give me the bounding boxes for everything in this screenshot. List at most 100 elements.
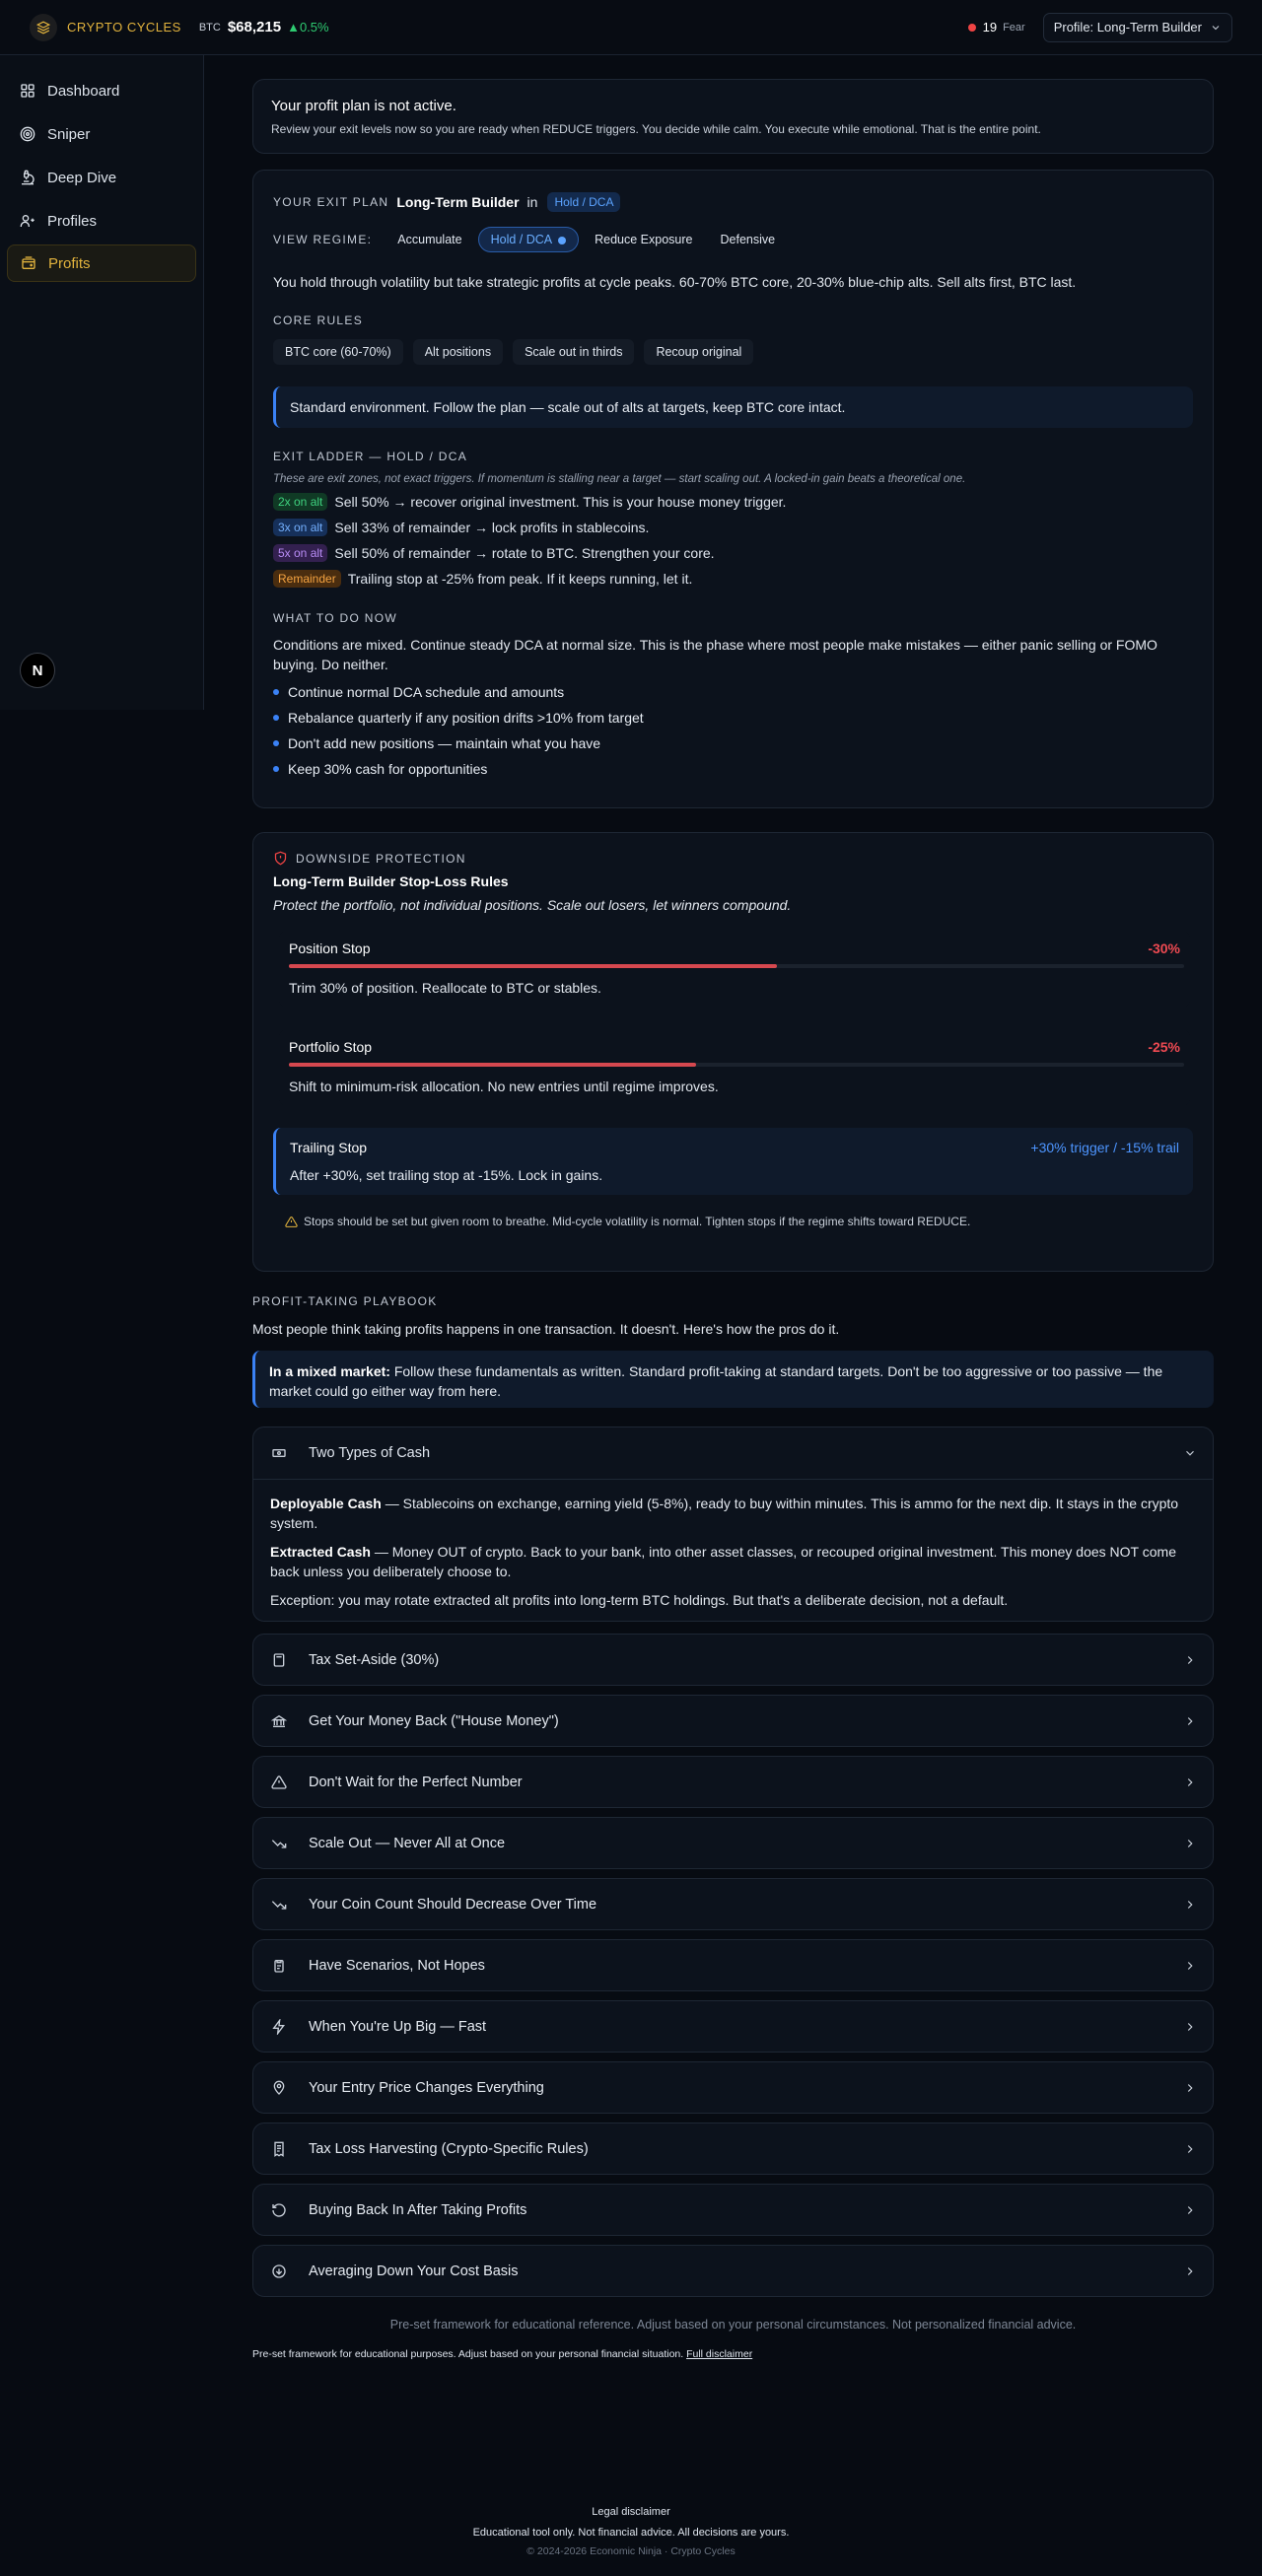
full-disclaimer-link[interactable]: Full disclaimer [686, 2348, 752, 2360]
accordion-title: Two Types of Cash [309, 1445, 431, 1461]
core-rule-chip: Recoup original [644, 339, 754, 365]
inactive-plan-banner: Your profit plan is not active. Review y… [252, 79, 1214, 154]
rotate-icon [272, 2202, 286, 2217]
btc-price: $68,215 [227, 19, 282, 35]
list-item: Don't add new positions — maintain what … [273, 735, 1193, 751]
sidebar-item-deep-dive[interactable]: Deep Dive [7, 159, 196, 196]
fear-greed-value: 19 [982, 20, 998, 35]
grid-icon [21, 84, 35, 98]
shield-icon [274, 851, 287, 866]
accordion-title: When You're Up Big — Fast [309, 2018, 487, 2035]
exit-plan-card: YOUR EXIT PLAN Long-Term Builder in Hold… [252, 170, 1214, 808]
stop-value: -25% [1148, 1039, 1180, 1055]
sidebar-item-label: Profits [48, 254, 91, 272]
accordion-item[interactable]: Tax Loss Harvesting (Crypto-Specific Rul… [252, 2123, 1214, 2175]
accordion-item[interactable]: Tax Set-Aside (30%) [252, 1634, 1214, 1686]
wallet-icon [22, 256, 35, 269]
accordion-item[interactable]: Averaging Down Your Cost Basis [252, 2245, 1214, 2297]
banner-title: Your profit plan is not active. [271, 98, 456, 114]
fear-greed-label: Fear [1003, 21, 1025, 34]
warning-icon [285, 1216, 298, 1227]
chevron-right-icon [1187, 2022, 1193, 2031]
brand-name[interactable]: CRYPTO CYCLES [67, 20, 181, 35]
accordion-item[interactable]: Buying Back In After Taking Profits [252, 2184, 1214, 2236]
accordion-item[interactable]: Your Entry Price Changes Everything [252, 2061, 1214, 2114]
accordion-item[interactable]: When You're Up Big — Fast [252, 2000, 1214, 2053]
profile-select-label: Profile: Long-Term Builder [1053, 20, 1202, 35]
accordion-item[interactable]: Get Your Money Back ("House Money") [252, 1695, 1214, 1747]
cash-icon [272, 1449, 286, 1457]
sidebar-item-profiles[interactable]: Profiles [7, 202, 196, 240]
regime-option-reduce-exposure[interactable]: Reduce Exposure [583, 228, 704, 251]
target-icon [20, 126, 35, 142]
arrow-down-circle-icon [272, 2263, 286, 2278]
core-rule-chip: Alt positions [412, 339, 504, 365]
accordion-title: Tax Loss Harvesting (Crypto-Specific Rul… [309, 2140, 589, 2157]
ladder-row: 2x on alt Sell 50% → recover original in… [273, 493, 1193, 511]
accordion-title: Your Coin Count Should Decrease Over Tim… [309, 1896, 597, 1913]
chevron-right-icon [1187, 1655, 1193, 1664]
accordion-title: Don't Wait for the Perfect Number [309, 1774, 523, 1790]
stop-value: +30% trigger / -15% trail [1030, 1140, 1179, 1155]
disclaimer-center: Pre-set framework for educational refere… [389, 2318, 1077, 2332]
accordion-item[interactable]: Don't Wait for the Perfect Number [252, 1756, 1214, 1808]
view-regime-caption: VIEW REGIME: [273, 233, 373, 246]
trending-down-icon [271, 1900, 287, 1910]
downside-title: Long-Term Builder Stop-Loss Rules [273, 873, 509, 889]
market-callout: In a mixed market: Follow these fundamen… [252, 1351, 1214, 1408]
core-rule-chip: BTC core (60-70%) [273, 339, 403, 365]
sidebar-item-label: Dashboard [47, 82, 120, 100]
users-icon [20, 215, 35, 227]
portfolio-stop: Portfolio Stop -25% Shift to minimum-ris… [279, 1029, 1190, 1106]
regime-option-hold-dca[interactable]: Hold / DCA [477, 227, 580, 252]
chevron-right-icon [1187, 2083, 1193, 2092]
stops-note: Stops should be set but given room to br… [304, 1215, 971, 1228]
accordion-item[interactable]: Scale Out — Never All at Once [252, 1817, 1214, 1869]
accordion-body: Deployable Cash — Stablecoins on exchang… [270, 1496, 1179, 1608]
sidebar-item-dashboard[interactable]: Dashboard [7, 72, 196, 109]
warning-icon [271, 1775, 287, 1789]
sidebar-item-sniper[interactable]: Sniper [7, 115, 196, 153]
accordion-item[interactable]: Your Coin Count Should Decrease Over Tim… [252, 1878, 1214, 1930]
chevron-down-icon [1186, 1450, 1194, 1456]
accordion-title: Tax Set-Aside (30%) [309, 1651, 440, 1668]
legal-disclaimer-link[interactable]: Legal disclaimer [0, 2506, 1262, 2518]
list-item: Keep 30% cash for opportunities [273, 761, 1193, 777]
market-text: Follow these fundamentals as written. St… [269, 1363, 1163, 1399]
core-rules-caption: CORE RULES [273, 313, 364, 327]
playbook-section: PROFIT-TAKING PLAYBOOK Most people think… [252, 1294, 1214, 1408]
stop-name: Position Stop [289, 940, 371, 956]
stop-bar-fill [289, 1063, 696, 1067]
zap-icon [272, 2018, 285, 2035]
sidebar: Dashboard Sniper Deep Dive Profiles Prof… [0, 55, 204, 710]
accordion-header[interactable]: Two Types of Cash [253, 1427, 1213, 1480]
playbook-intro: Most people think taking profits happens… [252, 1321, 840, 1337]
exit-ladder-note: These are exit zones, not exact triggers… [273, 473, 966, 485]
regime-option-accumulate[interactable]: Accumulate [386, 228, 473, 251]
regime-option-defensive[interactable]: Defensive [709, 228, 788, 251]
profile-select[interactable]: Profile: Long-Term Builder [1042, 12, 1232, 42]
ladder-row: 5x on alt Sell 50% of remainder → rotate… [273, 544, 1193, 562]
bank-icon [270, 1714, 288, 1727]
accordion-item[interactable]: Have Scenarios, Not Hopes [252, 1939, 1214, 1991]
downside-subtitle: Protect the portfolio, not individual po… [273, 897, 792, 913]
top-bar: CRYPTO CYCLES BTC $68,215 ▲0.5% 19 Fear … [0, 0, 1262, 55]
logo-icon[interactable] [30, 13, 57, 41]
accordion-title: Buying Back In After Taking Profits [309, 2201, 527, 2218]
user-avatar[interactable]: N [20, 653, 55, 688]
accordion-two-types-of-cash: Two Types of Cash Deployable Cash — Stab… [252, 1427, 1214, 1622]
stop-value: -30% [1148, 940, 1180, 956]
stop-name: Trailing Stop [290, 1140, 368, 1155]
accordion-title: Your Entry Price Changes Everything [309, 2079, 544, 2096]
calculator-icon [273, 1652, 285, 1667]
sidebar-item-profits[interactable]: Profits [7, 244, 196, 282]
microscope-icon [22, 170, 35, 185]
sidebar-item-label: Deep Dive [47, 169, 117, 186]
ladder-tag: 2x on alt [273, 493, 328, 511]
regime-pill: Hold / DCA [547, 192, 621, 212]
disclaimer-left: Pre-set framework for educational purpos… [252, 2348, 753, 2360]
chevron-right-icon [1187, 2144, 1193, 2153]
clipboard-icon [274, 1959, 284, 1973]
chevron-right-icon [1187, 1777, 1193, 1786]
stop-text: Trim 30% of position. Reallocate to BTC … [289, 980, 601, 996]
